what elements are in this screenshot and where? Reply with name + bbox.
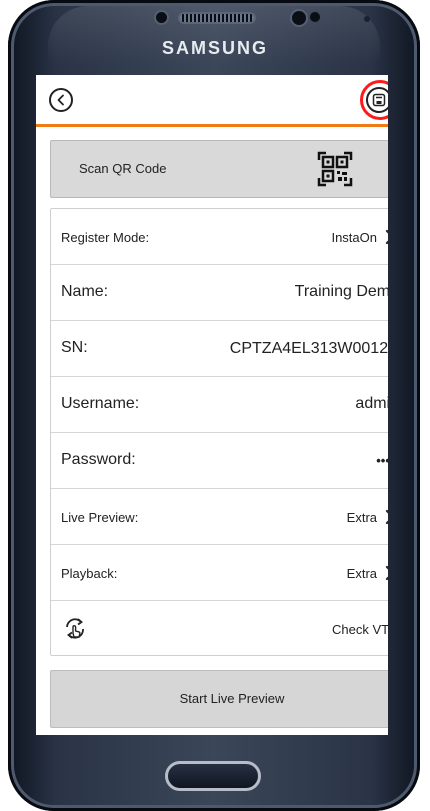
start-live-preview-label: Start Live Preview xyxy=(179,691,285,706)
earpiece-speaker xyxy=(180,14,254,22)
live-preview-label: Live Preview: xyxy=(61,510,139,525)
live-preview-row[interactable]: Live Preview: Extra xyxy=(51,489,388,545)
register-mode-label: Register Mode: xyxy=(61,230,150,245)
home-button[interactable] xyxy=(165,761,261,791)
proximity-sensor xyxy=(156,12,167,23)
save-floppy-icon xyxy=(372,93,386,107)
live-preview-value: Extra xyxy=(346,510,377,525)
device-form: Register Mode: InstaOn Name: Training De… xyxy=(50,208,388,656)
check-vto-label: Check VTO xyxy=(332,622,388,637)
password-field[interactable]: ••••• xyxy=(376,453,388,468)
back-button[interactable] xyxy=(49,88,73,112)
save-button[interactable] xyxy=(366,87,388,113)
password-row[interactable]: Password: ••••• xyxy=(51,433,388,489)
front-camera xyxy=(292,11,306,25)
scan-qr-code-label: Scan QR Code xyxy=(79,161,167,176)
sn-field[interactable]: CPTZA4EL313W00123 xyxy=(230,340,388,357)
check-vto-row[interactable]: Check VTO xyxy=(51,601,388,657)
chevron-right-icon xyxy=(385,229,388,245)
top-bar xyxy=(36,75,388,127)
sn-label: SN: xyxy=(61,339,88,356)
refresh-hand-icon xyxy=(66,618,84,639)
device-brand-label: SAMSUNG xyxy=(161,38,268,58)
name-label: Name: xyxy=(61,283,109,300)
username-field[interactable]: admin xyxy=(355,395,388,413)
qr-code-icon xyxy=(317,151,353,187)
app-screen: Scan QR Code Register Mode: InstaOn Name… xyxy=(36,75,388,735)
name-row[interactable]: Name: Training Demo xyxy=(51,265,388,321)
sn-field-wrap[interactable]: CPTZA4EL313W00123 xyxy=(230,339,388,358)
start-live-preview-button[interactable]: Start Live Preview xyxy=(50,670,388,728)
username-row[interactable]: Username: admin xyxy=(51,377,388,433)
register-mode-row[interactable]: Register Mode: InstaOn xyxy=(51,209,388,265)
playback-value: Extra xyxy=(346,566,377,581)
sn-row[interactable]: SN: CPTZA4EL313W00123 xyxy=(51,321,388,377)
indicator-led xyxy=(364,16,370,22)
playback-label: Playback: xyxy=(61,566,118,581)
scan-qr-code-button[interactable]: Scan QR Code xyxy=(50,140,388,198)
playback-row[interactable]: Playback: Extra xyxy=(51,545,388,601)
light-sensor xyxy=(310,12,320,22)
username-label: Username: xyxy=(61,395,140,412)
chevron-right-icon xyxy=(385,565,388,581)
chevron-left-icon xyxy=(57,94,64,106)
password-label: Password: xyxy=(61,451,136,468)
register-mode-value: InstaOn xyxy=(331,230,377,245)
chevron-right-icon xyxy=(385,509,388,525)
name-field[interactable]: Training Demo xyxy=(295,283,388,301)
